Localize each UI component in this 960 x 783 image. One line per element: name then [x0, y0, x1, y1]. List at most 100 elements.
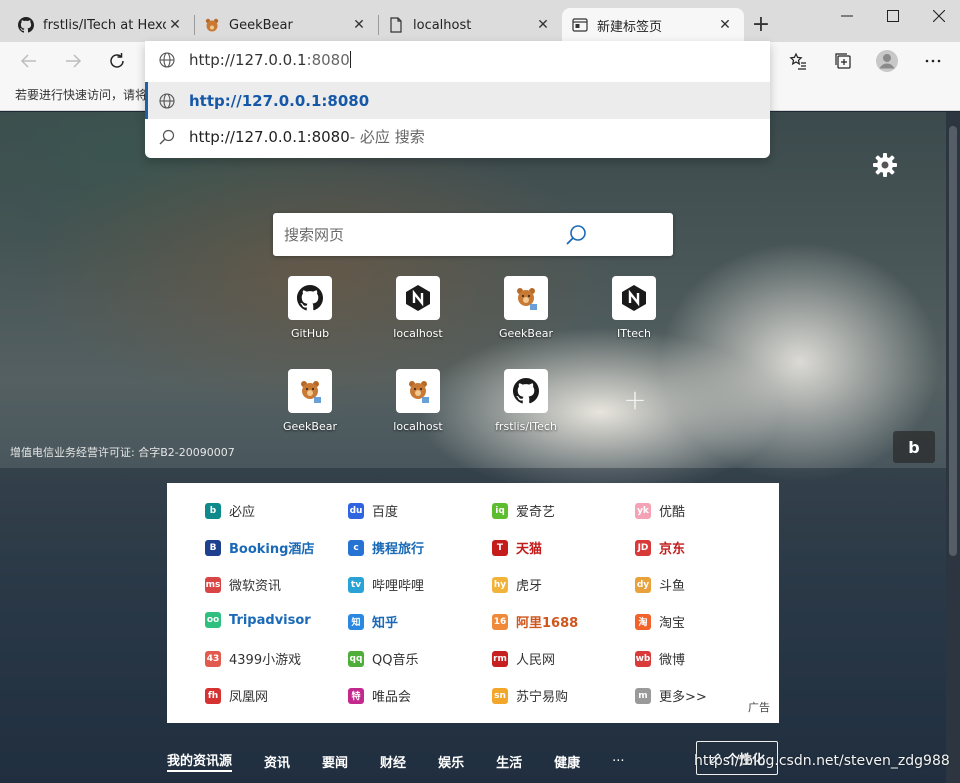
tab-new-tab[interactable]: 新建标签页 ✕	[562, 8, 744, 42]
site-link[interactable]: ms 微软资讯	[205, 575, 281, 594]
site-link-label: 苏宁易购	[516, 690, 569, 705]
bear-icon	[288, 369, 332, 413]
close-icon[interactable]: ✕	[534, 16, 552, 34]
settings-more-button[interactable]	[918, 46, 948, 76]
maximize-button[interactable]	[870, 0, 916, 32]
forward-button[interactable]	[58, 46, 88, 76]
back-button[interactable]	[14, 46, 44, 76]
github-icon	[288, 276, 332, 320]
site-link[interactable]: m 更多>>	[635, 686, 707, 705]
quick-link-tile[interactable]: GeekBear	[265, 369, 355, 449]
site-link[interactable]: 特唯品会	[348, 686, 411, 705]
site-link[interactable]: B Booking酒店	[205, 538, 314, 557]
site-link[interactable]: iq 爱奇艺	[492, 501, 555, 520]
add-quick-link-button[interactable]: +	[620, 386, 650, 416]
scrollbar-thumb[interactable]	[949, 126, 957, 556]
site-link[interactable]: b 必应	[205, 501, 255, 520]
bing-icon[interactable]: b	[893, 431, 935, 463]
site-logo-icon: yk	[635, 502, 651, 519]
close-window-button[interactable]	[916, 0, 960, 32]
site-link-label: 淘宝	[659, 616, 686, 631]
site-link[interactable]: yk 优酷	[635, 501, 685, 520]
bear-icon	[396, 369, 440, 413]
github-icon	[18, 17, 34, 33]
bear-icon	[504, 276, 548, 320]
site-link[interactable]: 16 阿里1688	[492, 612, 578, 631]
minimize-button[interactable]	[824, 0, 870, 32]
site-link[interactable]: 淘淘宝	[635, 612, 685, 631]
github-icon	[504, 369, 548, 413]
quick-link-label: GeekBear	[498, 327, 553, 340]
site-link[interactable]: oo Tripadvisor	[205, 612, 311, 628]
tab-localhost[interactable]: localhost ✕	[378, 8, 562, 42]
scrollbar[interactable]	[946, 112, 960, 783]
favorites-button[interactable]	[783, 46, 813, 76]
feed-more-button[interactable]: ···	[612, 754, 624, 769]
close-icon[interactable]: ✕	[716, 16, 734, 34]
feed-tab-life[interactable]: 生活	[496, 752, 522, 771]
close-icon[interactable]: ✕	[166, 16, 184, 34]
popular-sites-panel: b 必应 du 百度 iq 爱奇艺 yk 优酷 B Booking酒店 c 携程旅行 T 天猫 JD 京东 ms…	[167, 483, 779, 723]
globe-icon	[145, 92, 189, 109]
site-link[interactable]: qq QQ音乐	[348, 649, 418, 668]
site-link[interactable]: T 天猫	[492, 538, 542, 557]
site-link[interactable]: sn 苏宁易购	[492, 686, 568, 705]
feed-tab-entertainment[interactable]: 娱乐	[438, 752, 464, 771]
star-list-icon	[789, 52, 806, 70]
close-window-icon	[933, 10, 945, 22]
site-link-label: 知乎	[372, 616, 399, 631]
new-tab-button[interactable]: +	[748, 13, 774, 39]
tab-geekbear[interactable]: GeekBear ✕	[194, 8, 378, 42]
avatar-icon	[876, 50, 898, 72]
close-icon[interactable]: ✕	[350, 16, 368, 34]
feed-tab-finance[interactable]: 财经	[380, 752, 406, 771]
site-link[interactable]: du 百度	[348, 501, 398, 520]
site-logo-icon: oo	[205, 612, 221, 628]
site-link[interactable]: rm 人民网	[492, 649, 555, 668]
site-link[interactable]: tv 哔哩哔哩	[348, 575, 424, 594]
site-link[interactable]: wb 微博	[635, 649, 685, 668]
site-link[interactable]: 知知乎	[348, 612, 398, 631]
site-link[interactable]: hy 虎牙	[492, 575, 542, 594]
quick-link-tile[interactable]: GitHub	[265, 276, 355, 356]
quick-link-tile[interactable]: localhost	[373, 369, 463, 449]
site-link[interactable]: 43 4399小游戏	[205, 649, 301, 668]
site-link[interactable]: JD 京东	[635, 538, 685, 557]
quick-link-tile[interactable]: GeekBear	[481, 276, 571, 356]
site-link-label: 优酷	[659, 505, 686, 520]
site-logo-icon: iq	[492, 502, 508, 519]
profile-button[interactable]	[872, 46, 902, 76]
more-icon	[925, 59, 941, 63]
feed-tab-my-feed[interactable]: 我的资讯源	[167, 750, 233, 772]
feed-tab-health[interactable]: 健康	[554, 752, 580, 771]
tab-github[interactable]: frstlis/ITech at Hexo ✕	[8, 8, 194, 42]
site-link[interactable]: c 携程旅行	[348, 538, 424, 557]
feed-tab-news[interactable]: 资讯	[264, 752, 290, 771]
site-link-label: 百度	[372, 505, 399, 520]
quick-link-tile[interactable]: localhost	[373, 276, 463, 356]
address-input[interactable]: http://127.0.0.1:8080	[145, 41, 770, 79]
refresh-icon	[110, 53, 124, 68]
watermark: https://blog.csdn.net/steven_zdg988	[694, 753, 950, 769]
site-logo-icon: 特	[348, 687, 364, 704]
site-link-label: 虎牙	[516, 579, 543, 594]
refresh-button[interactable]	[102, 46, 132, 76]
site-link[interactable]: fh 凤凰网	[205, 686, 268, 705]
quick-link-tile[interactable]: frstlis/ITech	[481, 369, 571, 449]
suggestion-search[interactable]: http://127.0.0.1:8080 - 必应 搜索	[145, 118, 770, 155]
web-search-box[interactable]: 搜索网页	[273, 213, 673, 256]
site-logo-icon: sn	[492, 687, 508, 704]
bear-icon	[204, 17, 220, 33]
site-link-label: 阿里1688	[516, 616, 579, 631]
site-link-label: 天猫	[516, 542, 543, 557]
quick-link-tile[interactable]: ITtech	[589, 276, 679, 356]
collections-button[interactable]	[828, 46, 858, 76]
search-icon[interactable]	[479, 224, 674, 246]
page-icon	[388, 17, 404, 33]
site-link-label: 凤凰网	[229, 690, 269, 705]
page-settings-button[interactable]	[872, 152, 898, 178]
feed-tab-headlines[interactable]: 要闻	[322, 752, 348, 771]
suggestion-url[interactable]: http://127.0.0.1:8080	[145, 82, 770, 119]
feed-navigation: 我的资讯源 资讯 要闻 财经 娱乐 生活 健康 ···	[167, 750, 657, 772]
site-link[interactable]: dy 斗鱼	[635, 575, 685, 594]
